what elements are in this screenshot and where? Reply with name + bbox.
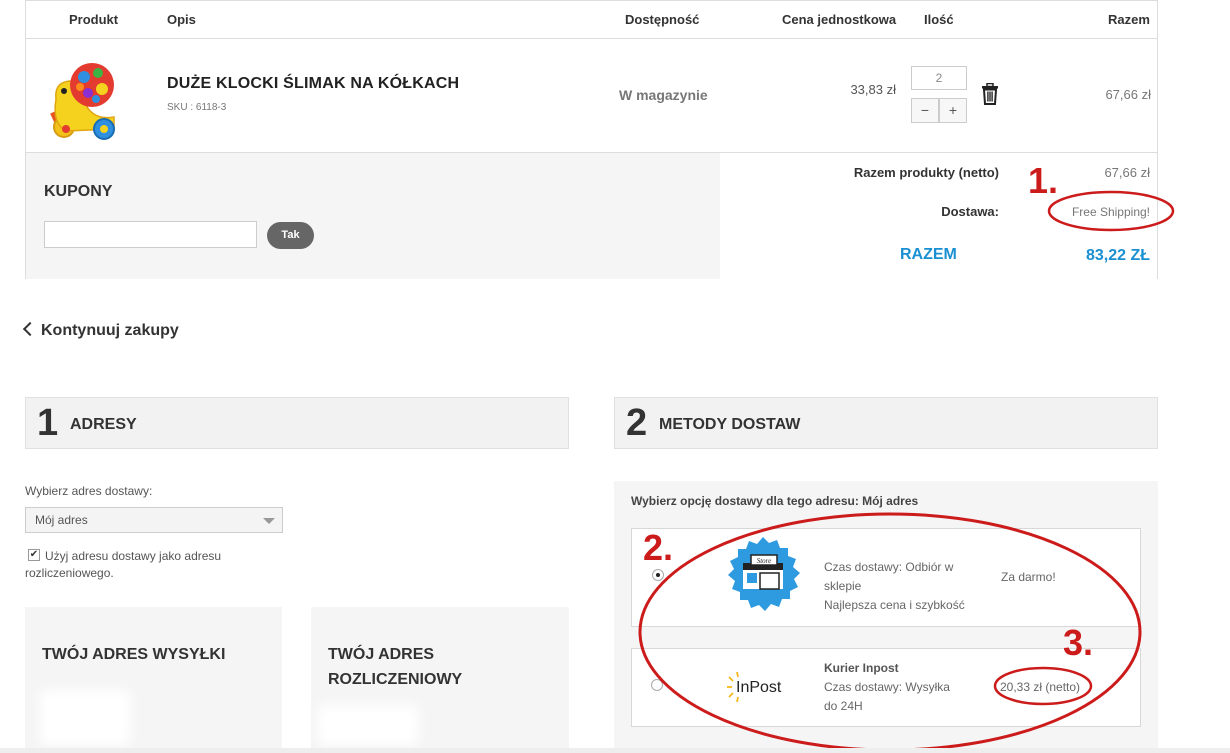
store-description: Najlepsza cena i szybkość — [824, 598, 965, 612]
quantity-decrease-button[interactable]: − — [911, 98, 939, 123]
shipping-label: Dostawa: — [941, 204, 999, 219]
header-quantity: Ilość — [924, 12, 954, 27]
inpost-delivery-time-cont: do 24H — [824, 699, 863, 713]
inpost-name: Kurier Inpost — [824, 661, 899, 675]
header-product: Produkt — [69, 12, 119, 27]
caret-down-icon — [263, 518, 275, 524]
address-select[interactable]: Mój adres — [25, 507, 283, 533]
store-option-details: Czas dostawy: Odbiór w sklepie Najlepsza… — [824, 558, 965, 615]
same-address-checkbox[interactable]: ✔ — [28, 549, 40, 561]
cart-item-row: DUŻE KLOCKI ŚLIMAK NA KÓŁKACH SKU : 6118… — [26, 39, 1157, 153]
inpost-option-details: Kurier Inpost Czas dostawy: Wysyłka do 2… — [824, 659, 950, 716]
inpost-price: 20,33 zł (netto) — [1000, 680, 1081, 694]
store-radio[interactable] — [652, 569, 664, 581]
inpost-delivery-time: Czas dostawy: Wysyłka — [824, 680, 950, 694]
inpost-logo-text: InPost — [736, 679, 782, 696]
availability-status: W magazynie — [619, 87, 708, 103]
store-delivery-time: Czas dostawy: Odbiór w — [824, 560, 954, 574]
step1-title: ADRESY — [70, 416, 137, 433]
unit-price: 33,83 zł — [850, 82, 896, 97]
product-image[interactable] — [44, 51, 122, 143]
products-total-value: 67,66 zł — [1104, 165, 1150, 180]
annotation-3: 3. — [1063, 622, 1094, 663]
cart-header-row: Produkt Opis Dostępność Cena jednostkowa… — [26, 0, 1157, 39]
coupon-title: KUPONY — [44, 183, 113, 200]
annotation-1: 1. — [1028, 160, 1059, 201]
continue-shopping-link[interactable]: Kontynuuj zakupy — [22, 321, 179, 340]
header-total: Razem — [1108, 12, 1150, 27]
annotation-2: 2. — [643, 527, 674, 568]
continue-shopping-label: Kontynuuj zakupy — [41, 322, 179, 339]
cart-table: Produkt Opis Dostępność Cena jednostkowa… — [25, 0, 1158, 279]
product-name[interactable]: DUŻE KLOCKI ŚLIMAK NA KÓŁKACH — [167, 75, 459, 93]
step2-number: 2 — [626, 402, 648, 444]
grand-total-label: RAZEM — [900, 246, 957, 263]
address-select-value: Mój adres — [35, 513, 88, 527]
product-sku: SKU : 6118-3 — [167, 102, 227, 113]
shipping-address-title: TWÓJ ADRES WYSYŁKI — [42, 646, 226, 663]
step1-header: 1 ADRESY — [25, 397, 569, 449]
step1-number: 1 — [37, 402, 59, 444]
quantity-input[interactable]: 2 — [911, 66, 967, 90]
grand-total-value: 83,22 ZŁ — [1085, 247, 1150, 264]
shipping-value: Free Shipping! — [1071, 205, 1150, 219]
quantity-increase-button[interactable]: + — [939, 98, 967, 123]
page-bottom-edge — [0, 748, 1230, 753]
shipping-option-store[interactable]: Store Czas dostawy: Odbiór w sklepie Naj… — [631, 528, 1141, 627]
chevron-left-icon — [22, 321, 38, 337]
store-logo-text: Store — [757, 557, 772, 565]
redacted-billing — [318, 705, 418, 745]
billing-address-title: TWÓJ ADRES ROZLICZENIOWY — [328, 646, 463, 688]
coupon-panel: KUPONY Tak — [26, 153, 720, 279]
header-unit-price: Cena jednostkowa — [782, 12, 897, 27]
coupon-apply-button[interactable]: Tak — [267, 222, 314, 249]
redacted-address — [40, 690, 130, 745]
store-badge-icon: Store — [728, 537, 800, 611]
same-address-label: Użyj adresu dostawy jako adresu rozlicze… — [25, 549, 222, 580]
step2-header: 2 METODY DOSTAW — [614, 397, 1158, 449]
step2-title: METODY DOSTAW — [659, 416, 801, 433]
header-availability: Dostępność — [625, 12, 700, 27]
store-delivery-time-cont: sklepie — [824, 579, 862, 593]
inpost-radio[interactable] — [651, 679, 663, 691]
header-description: Opis — [167, 12, 196, 27]
inpost-logo: InPost — [727, 671, 782, 703]
row-total: 67,66 zł — [1105, 87, 1151, 102]
coupon-input[interactable] — [44, 221, 257, 248]
trash-icon[interactable] — [981, 83, 999, 105]
products-total-label: Razem produkty (netto) — [853, 165, 999, 180]
store-price: Za darmo! — [1001, 570, 1056, 584]
address-select-label: Wybierz adres dostawy: — [25, 484, 153, 498]
shipping-prompt: Wybierz opcję dostawy dla tego adresu: M… — [631, 494, 919, 508]
